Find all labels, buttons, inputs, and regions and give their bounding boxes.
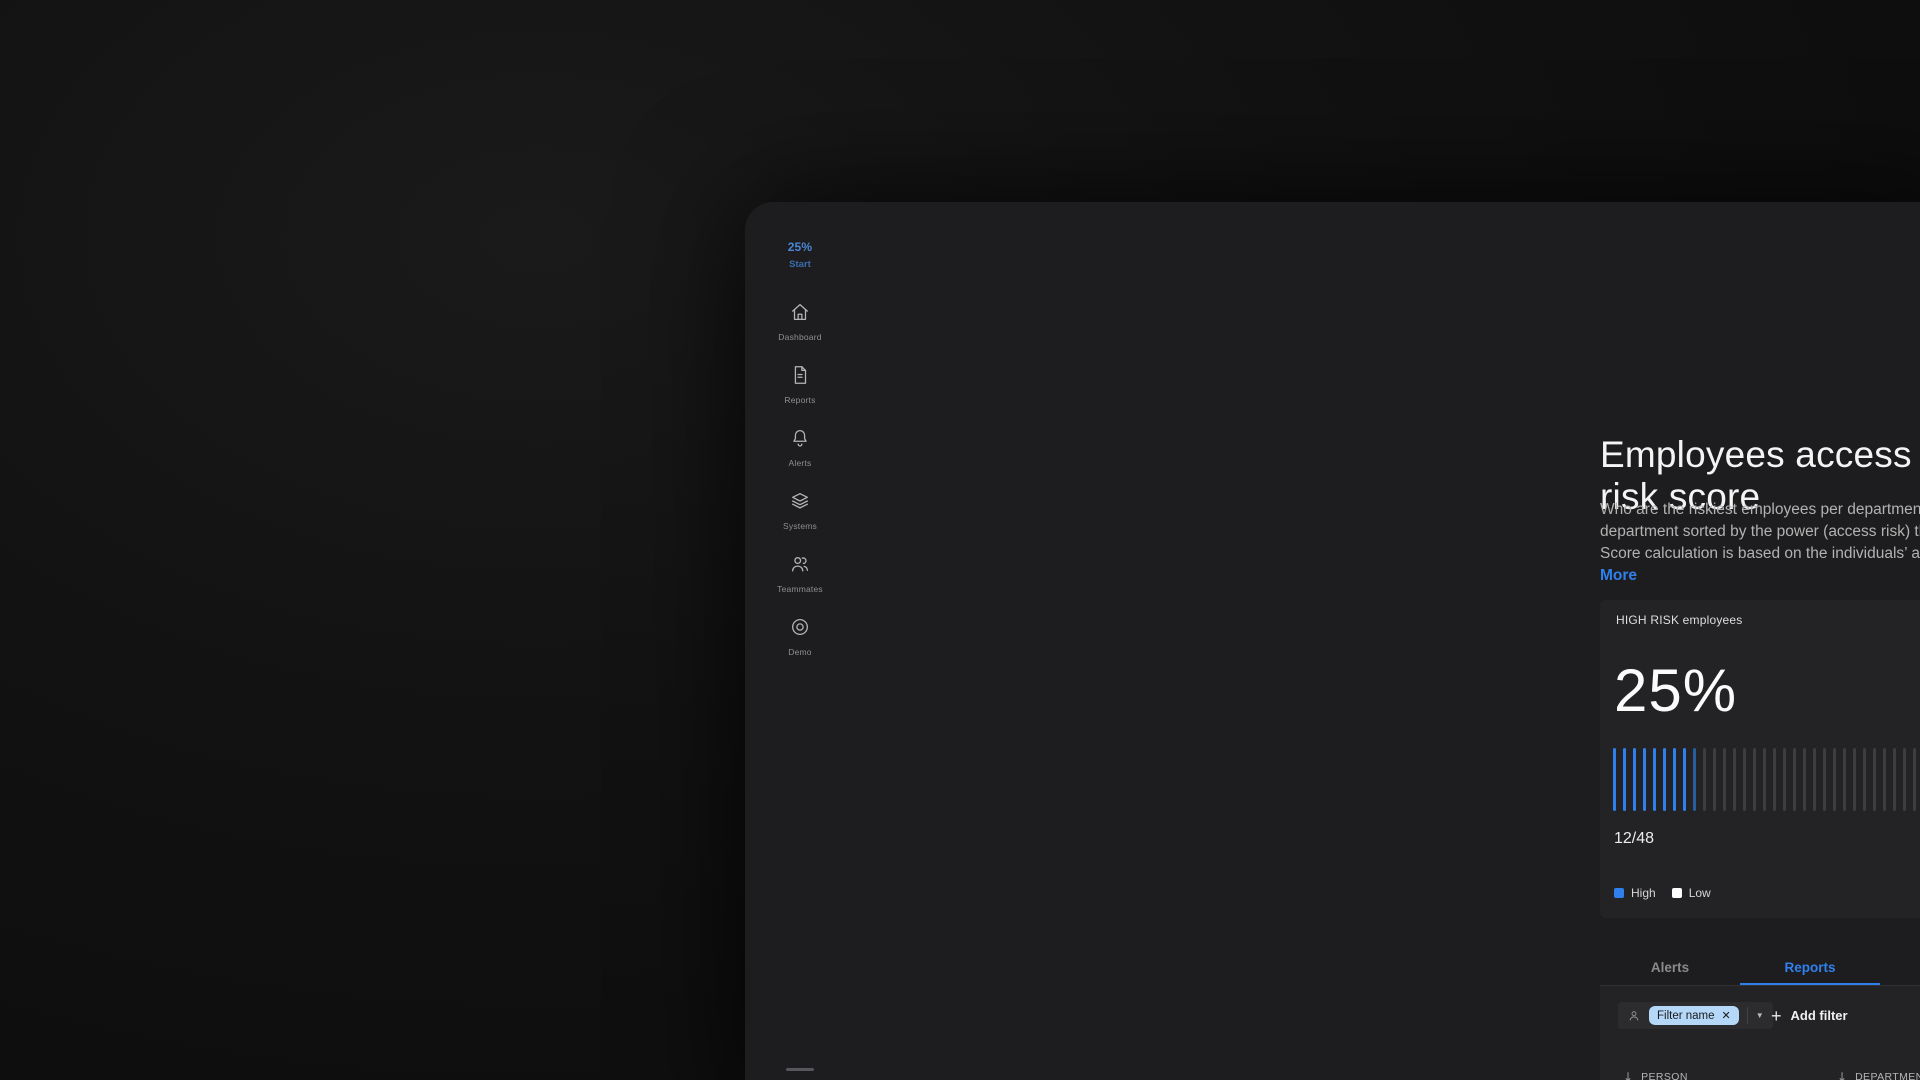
- risk-bar-low: [1823, 748, 1826, 811]
- tab-reports[interactable]: Reports: [1740, 948, 1880, 986]
- risk-bar-low: [1883, 748, 1886, 811]
- person-icon: [1627, 1009, 1641, 1023]
- more-link[interactable]: More: [1600, 567, 1637, 584]
- risk-bar-low: [1773, 748, 1776, 811]
- risk-bar-low: [1783, 748, 1786, 811]
- sidebar-item-alerts[interactable]: Alerts: [745, 427, 855, 468]
- column-header-2[interactable]: ↓ DEPARTMENT: [1837, 1070, 1920, 1080]
- risk-bar-high: [1673, 748, 1676, 811]
- sidebar-item-demo[interactable]: Demo: [745, 616, 855, 657]
- risk-bar-high: [1643, 748, 1646, 811]
- risk-bar-low: [1753, 748, 1756, 811]
- risk-bar-low: [1903, 748, 1906, 811]
- filter-divider: [1747, 1007, 1748, 1024]
- risk-bar-low: [1813, 748, 1816, 811]
- add-filter-button[interactable]: + Add filter: [1771, 1002, 1848, 1029]
- tab-label: Reports: [1784, 960, 1835, 975]
- risk-bar-low: [1703, 748, 1706, 811]
- tab-bar: Alerts Reports: [1600, 948, 1880, 986]
- sidebar-item-label: Alerts: [745, 458, 855, 468]
- sidebar-item-reports[interactable]: Reports: [745, 364, 855, 405]
- risk-bar-low: [1893, 748, 1896, 811]
- risk-bar-high: [1683, 748, 1686, 811]
- risk-bar-low: [1723, 748, 1726, 811]
- tab-label: Alerts: [1651, 960, 1689, 975]
- onboarding-progress[interactable]: 25% Start: [745, 240, 855, 270]
- plus-icon: +: [1771, 1007, 1782, 1025]
- sidebar-item-label: Systems: [745, 521, 855, 531]
- risk-bar-low: [1863, 748, 1866, 811]
- legend-item: Low: [1672, 886, 1711, 900]
- risk-bar-low: [1693, 748, 1696, 811]
- table-header: ↓PERSON↓DEPARTMENT↓Position↓EMPLOYMENT S…: [1600, 1064, 1920, 1080]
- risk-bar-low: [1733, 748, 1736, 811]
- column-label: DEPARTMENT: [1855, 1071, 1920, 1080]
- layers-icon: [789, 490, 811, 512]
- risk-bar-low: [1873, 748, 1876, 811]
- sidebar: 25% Start Dashboard Reports Alerts Systems T…: [745, 202, 855, 1080]
- risk-bar-low: [1713, 748, 1716, 811]
- sidebar-item-teammates[interactable]: Teammates: [745, 553, 855, 594]
- sidebar-item-dashboard[interactable]: Dashboard: [745, 301, 855, 342]
- risk-bar-high: [1663, 748, 1666, 811]
- sidebar-scroll-hint[interactable]: [786, 1068, 814, 1071]
- filter-chip-label: Filter name: [1657, 1010, 1715, 1022]
- document-icon: [789, 364, 811, 386]
- app-panel: 25% Start Dashboard Reports Alerts Systems T…: [745, 202, 1920, 1080]
- legend-label: High: [1631, 886, 1656, 900]
- eye-icon: [789, 616, 811, 638]
- filter-chip[interactable]: Filter name ✕: [1649, 1006, 1739, 1025]
- risk-bar-low: [1803, 748, 1806, 811]
- sidebar-item-label: Dashboard: [745, 332, 855, 342]
- high-risk-ratio: 12/48: [1614, 830, 1654, 848]
- progress-label: Start: [745, 259, 855, 270]
- risk-bar-low: [1843, 748, 1846, 811]
- sort-arrow-icon[interactable]: ↓: [1623, 1070, 1633, 1080]
- reports-table-panel: Filter name ✕ ▼ + Add filter ↓ PERSON ↓ DEP…: [1600, 986, 1920, 1080]
- risk-bar-low: [1763, 748, 1766, 811]
- tab-alerts[interactable]: Alerts: [1600, 948, 1740, 986]
- page-description: Who are the riskiest employees per depar…: [1600, 499, 1920, 587]
- filter-group[interactable]: Filter name ✕ ▼: [1618, 1002, 1773, 1029]
- legend-item: High: [1614, 886, 1656, 900]
- risk-bar-low: [1913, 748, 1916, 811]
- risk-bar-low: [1743, 748, 1746, 811]
- legend-label: Low: [1689, 886, 1711, 900]
- high-risk-employees-card: HIGH RISK employees i 25% 12/48 HighLow: [1600, 600, 1920, 918]
- risk-bar-high: [1623, 748, 1626, 811]
- screen: 25% Start Dashboard Reports Alerts Systems T…: [0, 0, 1920, 1080]
- chevron-down-icon[interactable]: ▼: [1756, 1011, 1764, 1020]
- risk-bar-strip: [1613, 748, 1920, 811]
- home-icon: [789, 301, 811, 323]
- risk-bar-high: [1653, 748, 1656, 811]
- sidebar-item-label: Reports: [745, 395, 855, 405]
- legend-swatch: [1672, 888, 1682, 898]
- high-risk-percent: 25%: [1614, 656, 1737, 725]
- risk-bar-high: [1613, 748, 1616, 811]
- column-label: PERSON: [1641, 1071, 1688, 1080]
- remove-filter-icon[interactable]: ✕: [1722, 1009, 1731, 1022]
- sidebar-item-systems[interactable]: Systems: [745, 490, 855, 531]
- risk-bar-low: [1793, 748, 1796, 811]
- page-description-text: Who are the riskiest employees per depar…: [1600, 501, 1920, 562]
- high-risk-legend: High Low: [1614, 886, 1711, 900]
- people-icon: [789, 553, 811, 575]
- risk-bar-low: [1853, 748, 1856, 811]
- sidebar-item-label: Teammates: [745, 584, 855, 594]
- column-header-1[interactable]: ↓ PERSON: [1623, 1070, 1688, 1080]
- bell-icon: [789, 427, 811, 449]
- risk-bar-low: [1833, 748, 1836, 811]
- progress-value: 25%: [745, 240, 855, 254]
- sort-arrow-icon[interactable]: ↓: [1837, 1070, 1847, 1080]
- risk-bar-high: [1633, 748, 1636, 811]
- sidebar-item-label: Demo: [745, 647, 855, 657]
- add-filter-label: Add filter: [1791, 1008, 1848, 1023]
- card-title: HIGH RISK employees: [1616, 613, 1743, 627]
- legend-swatch: [1614, 888, 1624, 898]
